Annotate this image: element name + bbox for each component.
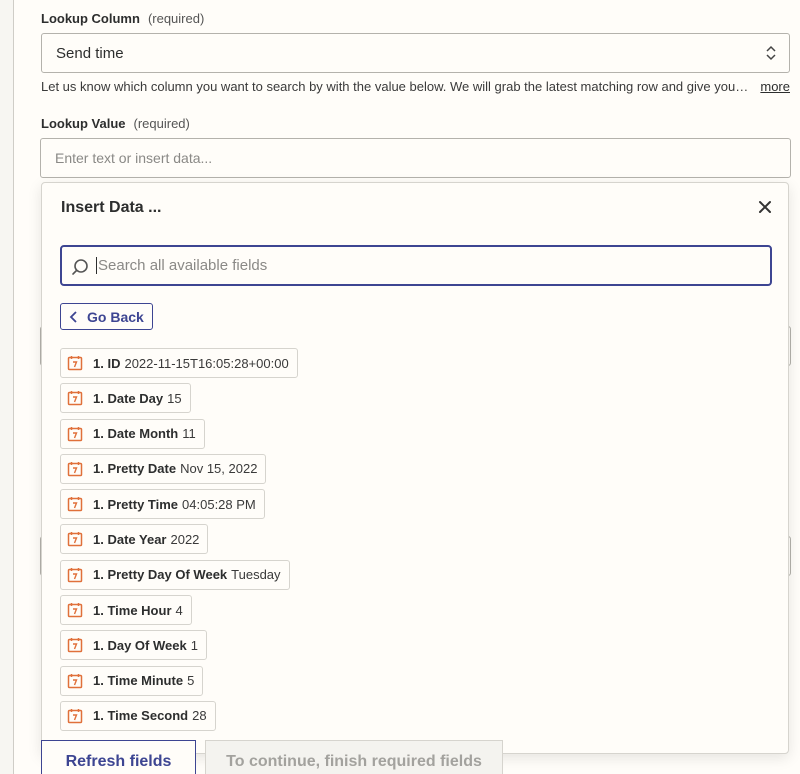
- chevron-up-down-icon: [766, 45, 776, 61]
- lookup-value-required: (required): [133, 116, 190, 131]
- footer-bar: Refresh fields To continue, finish requi…: [41, 740, 503, 774]
- continue-button[interactable]: To continue, finish required fields: [205, 740, 503, 774]
- search-input[interactable]: [96, 257, 770, 274]
- lookup-column-help-text: Let us know which column you want to sea…: [41, 79, 749, 94]
- item-key: 1. Pretty Day Of Week: [93, 567, 228, 583]
- lookup-column-label-text: Lookup Column: [41, 11, 140, 26]
- list-item[interactable]: 1. Day Of Week 1: [60, 630, 207, 661]
- item-key: 1. ID: [93, 355, 121, 371]
- list-item[interactable]: 1. Time Minute 5: [60, 665, 204, 696]
- chevron-left-icon: [69, 311, 77, 323]
- list-item[interactable]: 1. Pretty Time 04:05:28 PM: [60, 489, 265, 520]
- go-back-label: Go Back: [87, 308, 144, 325]
- lookup-column-select[interactable]: Send time: [41, 33, 790, 73]
- search-icon: [72, 259, 88, 275]
- calendar-icon: [67, 391, 83, 406]
- item-value: Tuesday: [231, 567, 281, 583]
- item-value: Nov 15, 2022: [180, 461, 258, 477]
- calendar-icon: [67, 497, 83, 512]
- left-rail: [0, 0, 14, 774]
- calendar-icon: [67, 426, 83, 441]
- item-value: 15: [167, 390, 182, 406]
- popover-title: Insert Data ...: [61, 199, 162, 216]
- calendar-icon: [67, 638, 83, 653]
- item-key: 1. Date Month: [93, 426, 179, 442]
- calendar-icon: [67, 567, 83, 583]
- calendar-icon: [67, 356, 83, 371]
- item-value: 2022-11-15T16:05:28+00:00: [124, 355, 289, 371]
- calendar-icon: [67, 673, 83, 688]
- refresh-fields-label: Refresh fields: [65, 753, 172, 770]
- item-value: 2022: [170, 531, 200, 547]
- lookup-value-label: Lookup Value (required): [41, 116, 190, 131]
- item-key: 1. Pretty Date: [93, 461, 177, 477]
- item-key: 1. Time Minute: [93, 673, 184, 689]
- item-value: 4: [175, 602, 183, 618]
- insert-data-popover: Insert Data ... Go Back 1. ID2022-11-15T…: [41, 182, 789, 754]
- go-back-button[interactable]: Go Back: [60, 303, 153, 330]
- continue-label: To continue, finish required fields: [226, 753, 482, 770]
- item-key: 1. Date Year: [93, 531, 167, 547]
- calendar-icon: [67, 461, 83, 477]
- lookup-column-label: Lookup Column (required): [41, 11, 204, 26]
- item-key: 1. Date Day: [93, 390, 164, 406]
- lookup-column-help: Let us know which column you want to sea…: [41, 79, 790, 97]
- item-value: 04:05:28 PM: [182, 496, 256, 512]
- list-item[interactable]: 1. Date Month 11: [60, 418, 205, 449]
- lookup-value-label-text: Lookup Value: [41, 116, 126, 131]
- item-value: 28: [192, 708, 207, 724]
- lookup-column-required: (required): [147, 11, 205, 26]
- lookup-value-input[interactable]: Enter text or insert data...: [40, 138, 791, 178]
- list-item[interactable]: 1. Pretty Day Of Week Tuesday: [60, 559, 290, 590]
- item-key: 1. Time Second: [93, 708, 189, 724]
- calendar-icon: [67, 708, 83, 724]
- refresh-fields-button[interactable]: Refresh fields: [41, 740, 196, 774]
- search-field[interactable]: [60, 245, 772, 286]
- lookup-column-value: Send time: [56, 44, 124, 62]
- list-item[interactable]: 1. Pretty Date Nov 15, 2022: [60, 453, 267, 484]
- item-key: 1. Pretty Time: [93, 496, 179, 512]
- calendar-icon: [67, 532, 83, 547]
- close-icon[interactable]: [758, 200, 772, 214]
- list-item[interactable]: 1. ID 2022-11-15T16:05:28+00:00: [60, 348, 298, 378]
- data-items-list: 1. ID 2022-11-15T16:05:28+00:00 1. Date D…: [60, 348, 298, 736]
- more-link[interactable]: more: [760, 79, 790, 94]
- item-key: 1. Day Of Week: [93, 637, 187, 653]
- list-item[interactable]: 1. Time Second 28: [60, 700, 216, 731]
- list-item[interactable]: 1. Date Day 15: [60, 383, 191, 414]
- calendar-icon: [67, 603, 83, 618]
- item-value: 1: [190, 637, 198, 653]
- item-key: 1. Time Hour: [93, 602, 172, 618]
- item-value: 5: [187, 673, 195, 689]
- list-item[interactable]: 1. Time Hour 4: [60, 595, 192, 626]
- lookup-value-placeholder: Enter text or insert data...: [55, 150, 213, 166]
- list-item[interactable]: 1. Date Year 2022: [60, 524, 209, 555]
- item-value: 11: [182, 426, 196, 442]
